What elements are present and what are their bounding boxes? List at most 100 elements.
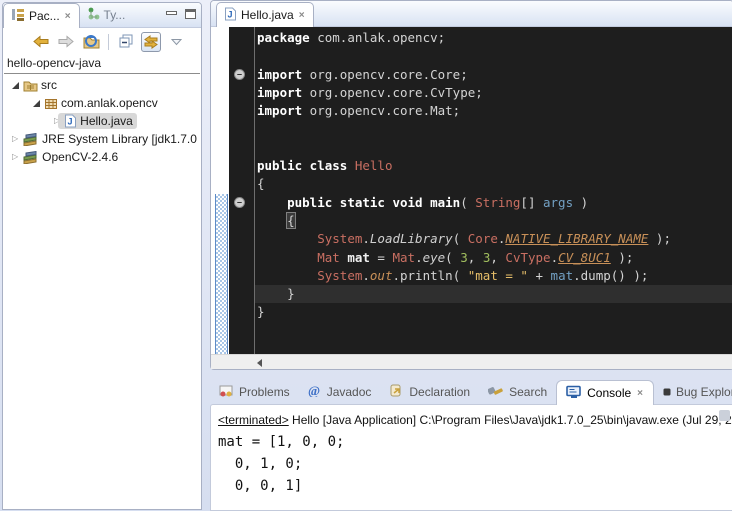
editor-tab-label: Hello.java <box>241 8 294 22</box>
problems-icon <box>219 384 234 400</box>
library-icon <box>22 151 39 164</box>
code-token: CvType <box>505 250 550 265</box>
code-token: .dump() ); <box>573 268 648 283</box>
javadoc-icon: @ <box>308 384 322 400</box>
tree-item-com-anlak-opencv[interactable]: com.anlak.opencv <box>3 94 201 112</box>
code-token: } <box>257 286 295 301</box>
fold-collapse-icon[interactable]: – <box>234 197 245 208</box>
search-icon <box>488 384 504 400</box>
expander-open-icon[interactable] <box>12 82 19 89</box>
view-menu-button[interactable] <box>166 32 186 52</box>
tree-item-label: JRE System Library [jdk1.7.0 <box>42 132 197 146</box>
tree-item-src[interactable]: src <box>3 76 201 94</box>
code-token: String <box>475 195 520 210</box>
close-icon[interactable]: × <box>64 11 72 22</box>
annotation-ruler[interactable] <box>211 27 229 354</box>
code-line: { <box>255 175 732 193</box>
up-button[interactable] <box>81 32 101 52</box>
tree-item-label: com.anlak.opencv <box>61 96 158 110</box>
editor-tab-hello-java[interactable]: J Hello.java × <box>216 2 314 27</box>
code-text: package com.anlak.opencv; import org.ope… <box>255 27 732 354</box>
svg-text:@: @ <box>308 384 320 397</box>
code-token <box>257 195 287 210</box>
code-token: LoadLibrary <box>370 231 453 246</box>
tab-console[interactable]: Console × <box>556 380 654 405</box>
code-token: = <box>370 250 393 265</box>
editor-tabstrip: J Hello.java × <box>211 1 732 27</box>
code-line <box>255 120 732 138</box>
code-editor[interactable]: –– package com.anlak.opencv; import org.… <box>211 27 732 354</box>
project-label[interactable]: hello-opencv-java <box>4 54 200 74</box>
tab-declaration[interactable]: Declaration <box>380 379 479 404</box>
close-icon[interactable]: × <box>636 388 644 399</box>
console-toolbar-icon[interactable] <box>719 410 730 421</box>
collapse-all-button[interactable] <box>116 32 136 52</box>
tree-item-label: src <box>41 78 57 92</box>
code-token: .println( <box>392 268 467 283</box>
code-line: public static void main( String[] args ) <box>255 194 732 212</box>
svg-text:J: J <box>68 117 73 127</box>
code-token: import <box>257 85 302 100</box>
code-line: import org.opencv.core.Mat; <box>255 102 732 120</box>
code-token: ( <box>445 250 460 265</box>
fold-gutter[interactable]: –– <box>229 27 255 354</box>
tree-item-jre-system-library-jdk1-7-0[interactable]: ▷JRE System Library [jdk1.7.0 <box>3 130 201 148</box>
code-token: System <box>317 268 362 283</box>
horizontal-scrollbar[interactable] <box>211 354 732 369</box>
tab-javadoc[interactable]: @Javadoc <box>299 379 381 404</box>
code-token: mat <box>347 250 370 265</box>
console-output-line: 0, 0, 1] <box>218 475 732 497</box>
forward-button[interactable] <box>56 32 76 52</box>
code-line: package com.anlak.opencv; <box>255 29 732 47</box>
tab-label: Search <box>509 385 547 399</box>
toolbar-separator <box>108 34 109 50</box>
tree-item-label: Hello.java <box>80 114 133 128</box>
tree-item-hello-java[interactable]: ▷JHello.java <box>3 112 201 130</box>
tab-search[interactable]: Search <box>479 379 556 404</box>
code-token: System <box>317 231 362 246</box>
tree-item-opencv-2-4-6[interactable]: ▷OpenCV-2.4.6 <box>3 148 201 166</box>
maximize-icon[interactable] <box>185 9 196 19</box>
console-view: <terminated> Hello [Java Application] C:… <box>210 404 732 511</box>
link-with-editor-button[interactable] <box>141 32 161 52</box>
code-line: import org.opencv.core.Core; <box>255 66 732 84</box>
tab-bug-explorer[interactable]: Bug Explorer <box>654 379 732 404</box>
code-line: System.LoadLibrary( Core.NATIVE_LIBRARY_… <box>255 230 732 248</box>
code-token: CV_8UC1 <box>558 250 611 265</box>
minimize-icon[interactable] <box>166 11 177 15</box>
java-file-icon: J <box>224 7 237 24</box>
package-icon <box>44 97 58 110</box>
package-folder-icon <box>23 79 38 92</box>
code-line: { <box>255 212 732 230</box>
library-icon <box>22 133 39 146</box>
back-button[interactable] <box>31 32 51 52</box>
link-with-editor-icon <box>143 35 159 49</box>
code-token: Hello <box>355 158 393 173</box>
tab-package-explorer[interactable]: Pac... × <box>3 3 80 28</box>
code-token: org.opencv.core.Mat; <box>302 103 460 118</box>
expander-open-icon[interactable] <box>33 100 40 107</box>
close-icon[interactable]: × <box>298 10 306 21</box>
code-token: org.opencv.core.CvType; <box>302 85 483 100</box>
scroll-left-arrow-icon[interactable] <box>257 359 262 367</box>
tab-type-hierarchy[interactable]: Ty... <box>80 3 133 27</box>
code-token: , <box>468 250 483 265</box>
left-view-tabstrip: Pac... × Ty... <box>3 3 201 28</box>
fold-collapse-icon[interactable]: – <box>234 69 245 80</box>
console-output[interactable]: mat = [1, 0, 0; 0, 1, 0; 0, 0, 1] <box>211 429 732 497</box>
tab-label: Console <box>587 386 631 400</box>
code-token: 3 <box>460 250 468 265</box>
package-explorer-view: Pac... × Ty... <box>2 2 202 510</box>
tab-problems[interactable]: Problems <box>210 379 299 404</box>
tab-label: Ty... <box>104 8 126 22</box>
svg-text:J: J <box>228 9 233 19</box>
package-explorer-toolbar <box>3 28 201 54</box>
code-token: [] <box>520 195 543 210</box>
console-status-line: <terminated> Hello [Java Application] C:… <box>211 405 732 429</box>
code-token: ) <box>573 195 588 210</box>
code-token: ); <box>611 250 634 265</box>
console-output-line: mat = [1, 0, 0; <box>218 431 732 453</box>
project-tree: srccom.anlak.opencv▷JHello.java▷JRE Syst… <box>3 74 201 166</box>
console-icon <box>566 385 582 402</box>
code-token: { <box>257 176 265 191</box>
